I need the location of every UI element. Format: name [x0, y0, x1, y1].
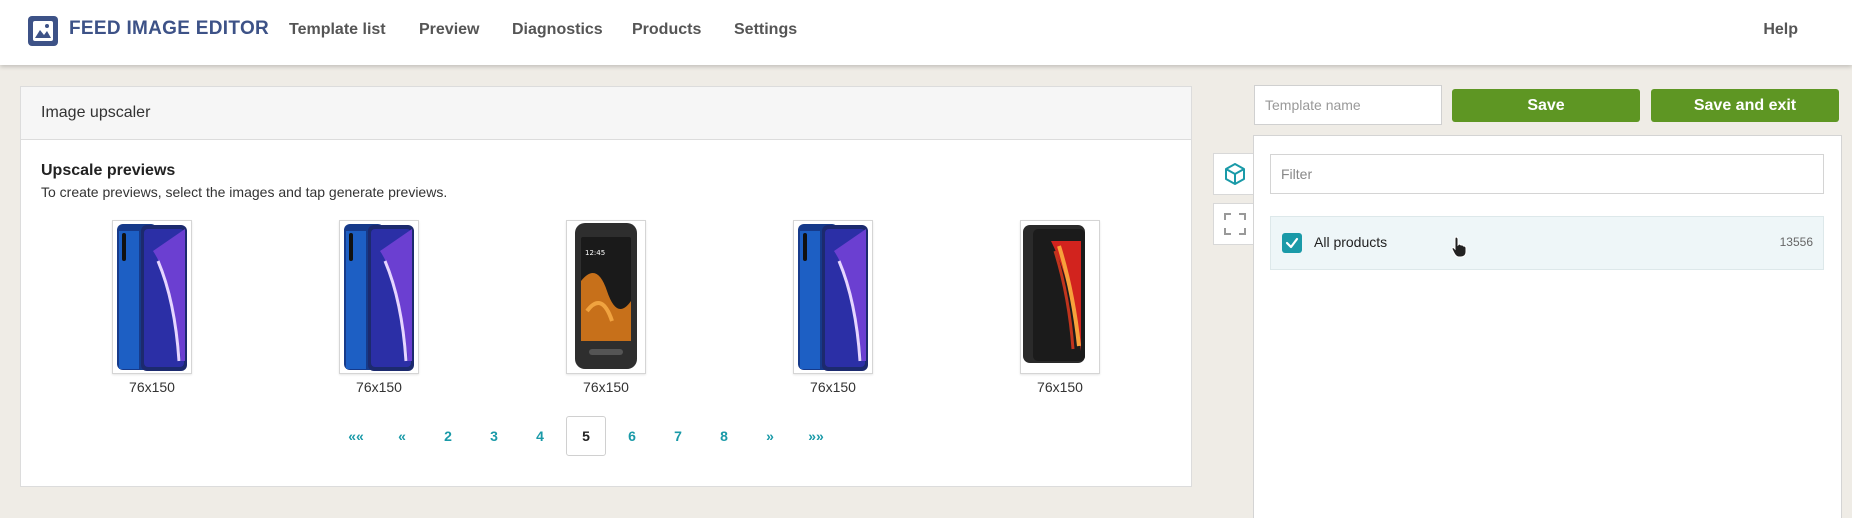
product-image-thumbnail[interactable]	[793, 220, 873, 374]
checkmark-icon	[1285, 237, 1299, 249]
card-title: Image upscaler	[21, 87, 1191, 140]
thumbnail-size-label: 76x150	[1037, 379, 1083, 395]
hand-pointer-cursor-icon	[1451, 236, 1467, 258]
pagination-button[interactable]: 7	[658, 416, 698, 456]
pagination-button[interactable]: »»	[796, 416, 836, 456]
nav-settings[interactable]: Settings	[734, 21, 797, 39]
pagination-button[interactable]: 4	[520, 416, 560, 456]
pagination-button[interactable]: 2	[428, 416, 468, 456]
nav-template-list[interactable]: Template list	[289, 21, 386, 39]
product-filter-panel: Filter All products 13556	[1253, 135, 1842, 518]
pagination-button[interactable]: 6	[612, 416, 652, 456]
pagination-button[interactable]: 3	[474, 416, 514, 456]
image-editor-logo-icon[interactable]	[28, 16, 58, 46]
product-image-thumbnail[interactable]	[1020, 220, 1100, 374]
all-products-checkbox[interactable]	[1282, 233, 1302, 253]
thumbnail-size-label: 76x150	[129, 379, 175, 395]
product-image-thumbnail[interactable]	[339, 220, 419, 374]
pagination-button[interactable]: «	[382, 416, 422, 456]
thumbnail-size-label: 76x150	[356, 379, 402, 395]
template-name-input[interactable]: Template name	[1254, 85, 1442, 125]
pagination-button[interactable]: »	[750, 416, 790, 456]
expand-icon	[1223, 213, 1246, 235]
all-products-label: All products	[1314, 234, 1388, 250]
save-button[interactable]: Save	[1452, 89, 1640, 122]
fullscreen-tab[interactable]	[1213, 203, 1255, 245]
upscale-previews-heading: Upscale previews	[41, 162, 176, 179]
product-image-thumbnail[interactable]: 12:45	[566, 220, 646, 374]
top-navigation-bar: FEED IMAGE EDITOR Template list Preview …	[0, 0, 1852, 65]
all-products-count: 13556	[1779, 235, 1813, 249]
all-products-row[interactable]: All products 13556	[1270, 216, 1824, 270]
nav-products[interactable]: Products	[632, 21, 701, 39]
nav-diagnostics[interactable]: Diagnostics	[512, 21, 603, 39]
save-and-exit-button[interactable]: Save and exit	[1651, 89, 1839, 122]
image-upscaler-card: Image upscaler Upscale previews To creat…	[20, 86, 1192, 487]
pagination-button[interactable]: 5	[566, 416, 606, 456]
nav-preview[interactable]: Preview	[419, 21, 479, 39]
filter-input[interactable]: Filter	[1270, 154, 1824, 194]
products-tab[interactable]	[1213, 153, 1255, 195]
thumbnail-size-label: 76x150	[583, 379, 629, 395]
pagination-button[interactable]: ««	[336, 416, 376, 456]
upscale-previews-description: To create previews, select the images an…	[41, 184, 448, 200]
thumbnail-size-label: 76x150	[810, 379, 856, 395]
pagination-button[interactable]: 8	[704, 416, 744, 456]
cube-icon	[1224, 163, 1245, 185]
app-title[interactable]: FEED IMAGE EDITOR	[69, 18, 269, 40]
nav-help[interactable]: Help	[1763, 21, 1798, 39]
product-image-thumbnail[interactable]	[112, 220, 192, 374]
svg-text:12:45: 12:45	[585, 249, 605, 257]
